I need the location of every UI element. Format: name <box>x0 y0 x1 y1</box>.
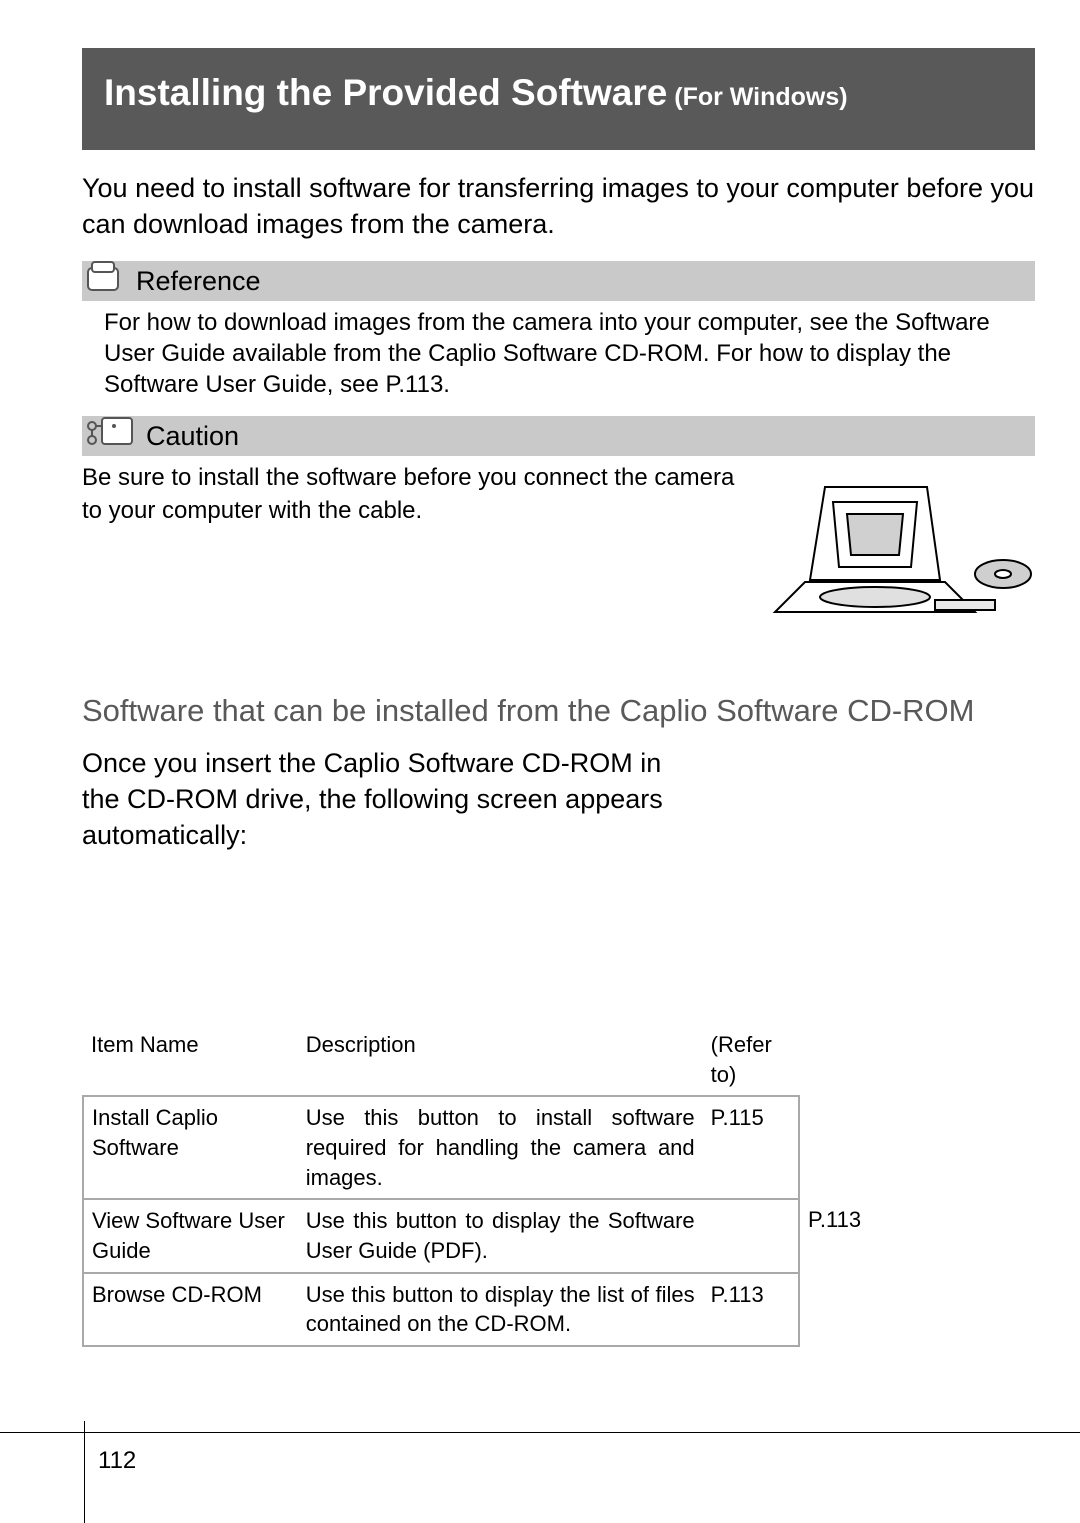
reference-icon <box>82 256 130 305</box>
cell-desc: Use this button to display the Software … <box>298 1199 703 1272</box>
cell-desc: Use this button to display the list of f… <box>298 1273 703 1346</box>
table-row: Install Caplio Software Use this button … <box>83 1096 891 1199</box>
page-title-sub: (For Windows) <box>667 83 847 111</box>
cell-item: View Software User Guide <box>83 1199 298 1272</box>
caution-body: Be sure to install the software before y… <box>82 462 755 527</box>
cell-item: Browse CD-ROM <box>83 1273 298 1346</box>
reference-heading: Reference <box>82 261 1035 301</box>
caution-icon <box>82 412 140 461</box>
section-heading: Software that can be installed from the … <box>82 692 1035 731</box>
page-title-main: Installing the Provided Software <box>104 72 667 113</box>
cell-extra <box>799 1096 891 1199</box>
reference-label: Reference <box>136 263 261 299</box>
cell-ref: P.115 <box>703 1096 799 1199</box>
table-head-item: Item Name <box>83 1024 298 1096</box>
caution-heading: Caution <box>82 416 1035 456</box>
table-head-ref: (Refer to) <box>703 1024 799 1096</box>
footer-rule <box>0 1432 1080 1433</box>
page-number: 112 <box>98 1445 136 1477</box>
intro-text: You need to install software for transfe… <box>82 170 1035 243</box>
cell-extra <box>799 1273 891 1346</box>
software-table: Item Name Description (Refer to) Install… <box>82 1024 1035 1347</box>
section-body: Once you insert the Caplio Software CD-R… <box>82 745 665 854</box>
cell-extra: P.113 <box>799 1199 891 1272</box>
table-row: Browse CD-ROM Use this button to display… <box>83 1273 891 1346</box>
page-title-bar: Installing the Provided Software (For Wi… <box>82 48 1035 150</box>
laptop-illustration <box>765 462 1035 651</box>
cell-ref: P.113 <box>703 1273 799 1346</box>
table-row: View Software User Guide Use this button… <box>83 1199 891 1272</box>
cell-item: Install Caplio Software <box>83 1096 298 1199</box>
caution-label: Caution <box>146 418 239 454</box>
cell-desc: Use this button to install software requ… <box>298 1096 703 1199</box>
table-head-desc: Description <box>298 1024 703 1096</box>
reference-body: For how to download images from the came… <box>104 307 1035 401</box>
cell-ref <box>703 1199 799 1272</box>
